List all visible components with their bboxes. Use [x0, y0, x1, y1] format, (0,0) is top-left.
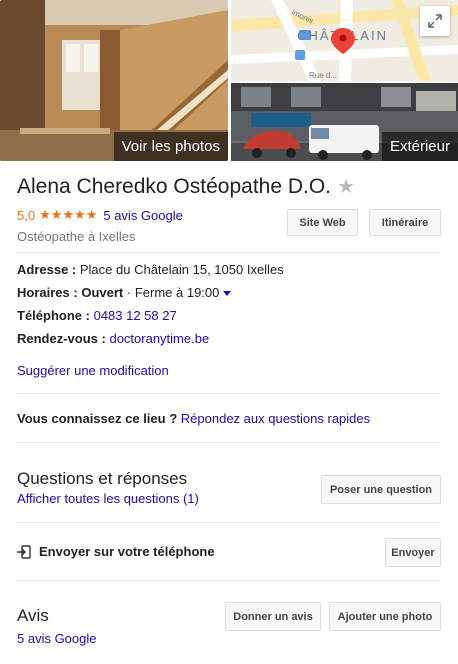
divider — [17, 522, 441, 523]
expand-map-button[interactable] — [420, 6, 450, 36]
address-row: Adresse : Place du Châtelain 15, 1050 Ix… — [17, 262, 441, 285]
send-button[interactable]: Envoyer — [385, 538, 441, 567]
qa-title: Questions et réponses — [17, 469, 188, 488]
rating-stars-icon: ★★★★★ — [39, 207, 98, 222]
qa-link[interactable]: Afficher toutes les questions (1) — [17, 491, 199, 506]
send-to-phone-icon — [17, 544, 31, 559]
address-label: Adresse : — [17, 262, 77, 277]
hours-label: Horaires : — [17, 285, 78, 300]
quick-questions-link[interactable]: Répondez aux questions rapides — [181, 411, 370, 426]
divider — [17, 252, 441, 253]
phone-link[interactable]: 0483 12 58 27 — [94, 308, 177, 323]
place-details: Adresse : Place du Châtelain 15, 1050 Ix… — [17, 262, 441, 354]
booking-link[interactable]: doctoranytime.be — [109, 331, 209, 346]
place-name: Alena Cheredko Ostéopathe D.O. — [17, 174, 332, 198]
photo-interior[interactable]: Voir les photos — [0, 0, 228, 161]
website-button[interactable]: Site Web — [287, 209, 358, 236]
map-street-label-1: Rue d... — [309, 71, 337, 80]
send-to-phone-label: Envoyer sur votre téléphone — [39, 544, 215, 559]
hours-close: Ferme à 19:00 — [134, 285, 220, 300]
phone-row: Téléphone : 0483 12 58 27 — [17, 308, 441, 331]
chevron-down-icon[interactable] — [223, 291, 232, 297]
rating-value: 5,0 — [17, 207, 36, 223]
booking-label: Rendez-vous : — [17, 331, 106, 346]
hours-row[interactable]: Horaires : Ouvert · Ferme à 19:00 — [17, 285, 441, 308]
google-reviews-link[interactable]: 5 avis Google — [17, 631, 97, 646]
divider — [17, 580, 441, 581]
know-place-row: Vous connaissez ce lieu ? Répondez aux q… — [17, 411, 370, 426]
save-star-icon[interactable]: ★ — [337, 174, 355, 199]
add-photo-button[interactable]: Ajouter une photo — [329, 602, 441, 631]
write-review-button[interactable]: Donner un avis — [225, 602, 321, 631]
hours-status: Ouvert — [81, 285, 124, 300]
media-strip: Voir les photos Rue d... imonis CHÂTELAI… — [0, 0, 458, 163]
suggest-edit-link[interactable]: Suggérer une modification — [17, 363, 169, 378]
address-value: Place du Châtelain 15, 1050 Ixelles — [79, 262, 284, 277]
know-place-question: Vous connaissez ce lieu ? — [17, 411, 178, 426]
expand-icon — [428, 14, 442, 28]
exterior-label: Extérieur — [381, 132, 458, 161]
reviews-title: Avis — [17, 606, 49, 625]
divider — [17, 393, 441, 394]
photo-exterior[interactable]: Extérieur — [231, 83, 458, 161]
directions-button[interactable]: Itinéraire — [369, 209, 441, 236]
place-title: Alena Cheredko Ostéopathe D.O. ★ — [17, 174, 442, 199]
map-thumbnail[interactable]: Rue d... imonis CHÂTELAIN — [231, 0, 458, 81]
photos-label: Voir les photos — [113, 132, 228, 161]
send-to-phone-row[interactable]: Envoyer sur votre téléphone — [17, 544, 215, 559]
booking-row: Rendez-vous : doctoranytime.be — [17, 331, 441, 354]
reviews-link[interactable]: 5 avis Google — [103, 208, 183, 223]
divider — [17, 442, 441, 443]
hours-separator: · — [126, 285, 132, 300]
phone-label: Téléphone : — [17, 308, 90, 323]
ask-question-button[interactable]: Poser une question — [321, 475, 441, 504]
